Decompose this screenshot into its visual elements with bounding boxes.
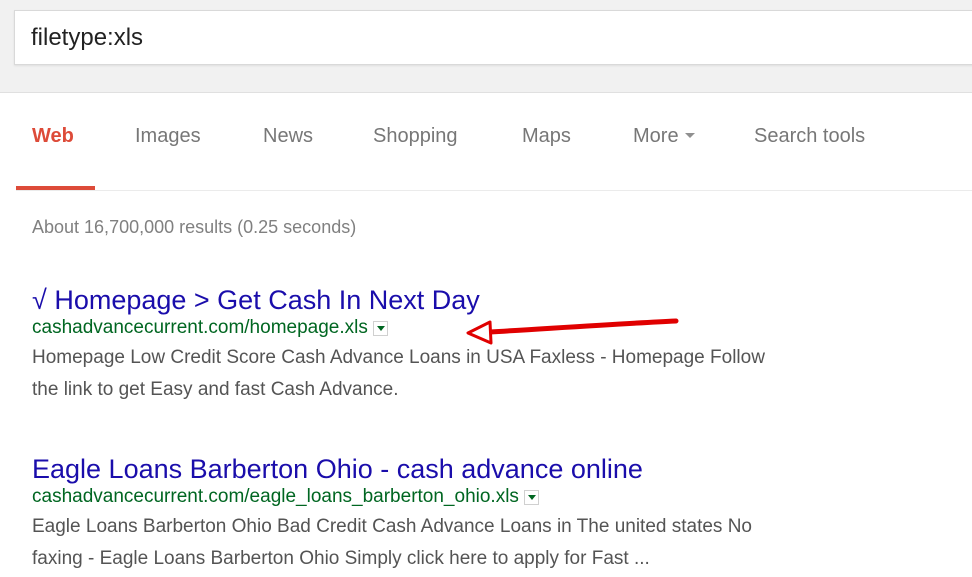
result-url-row: cashadvancecurrent.com/eagle_loans_barbe… [32,485,932,509]
search-input[interactable] [31,23,931,53]
result-url: cashadvancecurrent.com/eagle_loans_barbe… [32,486,519,507]
search-box[interactable] [14,10,972,65]
result-url: cashadvancecurrent.com/homepage.xls [32,317,368,338]
caret-down-icon [684,133,695,139]
result-snippet: Eagle Loans Barberton Ohio Bad Credit Ca… [32,511,932,575]
tab-news[interactable]: News [263,125,313,148]
tab-maps[interactable]: Maps [522,125,571,148]
tab-more[interactable]: More [633,125,695,148]
snippet-line: the link to get Easy and fast Cash Advan… [32,379,399,400]
tab-shopping[interactable]: Shopping [373,125,458,148]
tab-more-label: More [633,125,679,147]
chevron-down-icon[interactable] [523,489,539,505]
search-tabs: Web Images News Shopping Maps More Searc… [16,92,972,191]
snippet-line: Eagle Loans Barberton Ohio Bad Credit Ca… [32,516,752,537]
result-title-link[interactable]: Eagle Loans Barberton Ohio - cash advanc… [32,453,932,485]
snippet-line: faxing - Eagle Loans Barberton Ohio Simp… [32,548,650,569]
red-arrow-icon [466,318,679,345]
tab-web[interactable]: Web [32,125,74,148]
search-header [0,0,972,93]
search-result: Eagle Loans Barberton Ohio - cash advanc… [32,453,932,575]
tab-search-tools[interactable]: Search tools [754,125,865,148]
tab-images[interactable]: Images [135,125,201,148]
chevron-down-icon[interactable] [372,320,388,336]
result-stats: About 16,700,000 results (0.25 seconds) [32,217,357,237]
active-tab-indicator [16,186,95,190]
